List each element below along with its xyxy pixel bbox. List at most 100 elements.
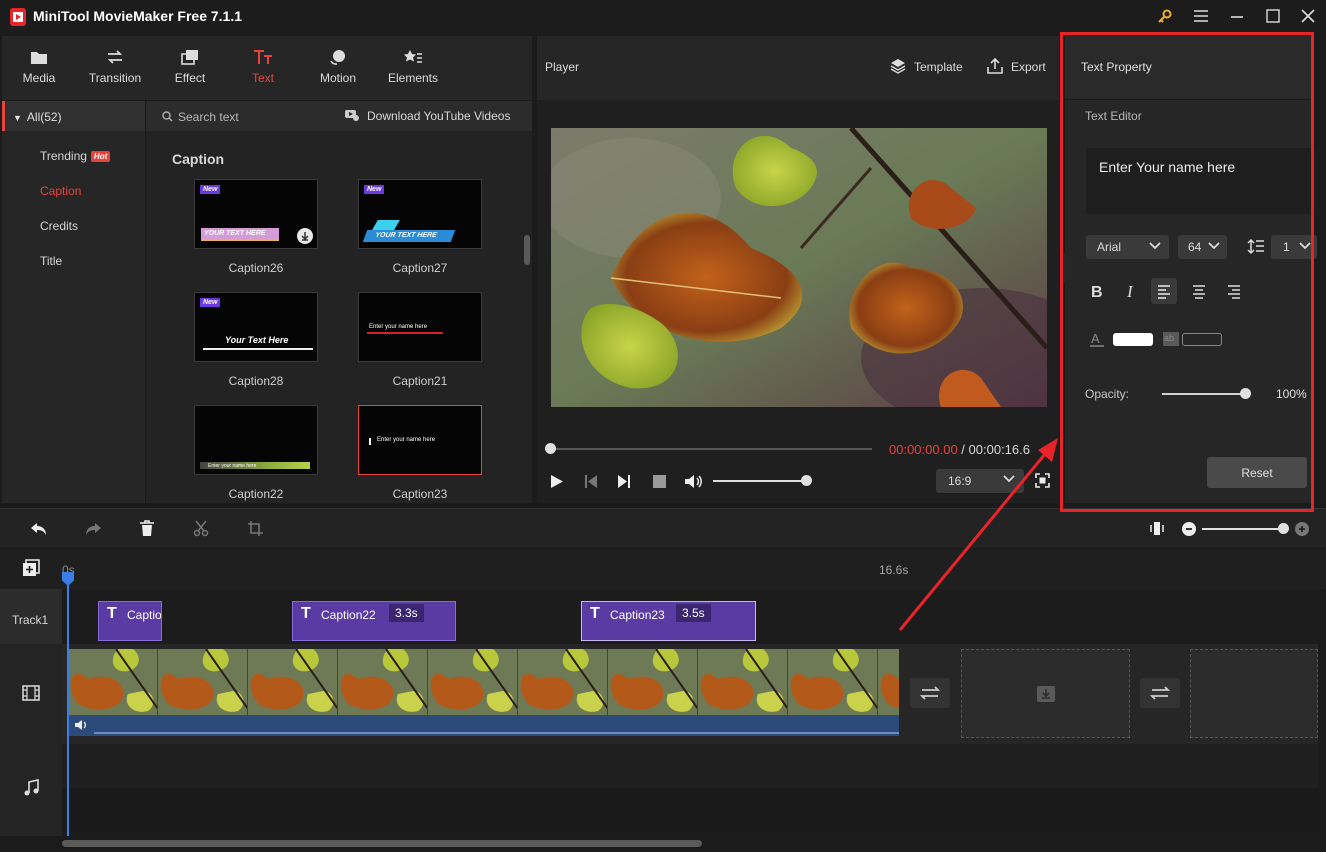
transition-icon: [107, 50, 123, 64]
minimize-icon[interactable]: [1229, 9, 1245, 23]
sidebar-item-caption[interactable]: Caption: [40, 184, 81, 198]
elements-icon: [404, 50, 422, 63]
template-button[interactable]: Template: [914, 60, 963, 74]
hot-badge: Hot: [90, 151, 111, 162]
progress-bar[interactable]: [545, 443, 872, 454]
caption-item[interactable]: New YOUR TEXT HERE Caption26: [194, 179, 318, 275]
transition-slot[interactable]: [910, 678, 950, 708]
clip-volume-icon[interactable]: [74, 719, 88, 731]
search-input[interactable]: Search text: [178, 110, 239, 124]
split-icon[interactable]: [193, 520, 209, 537]
music-track: [62, 744, 1318, 788]
menu-icon[interactable]: [1193, 9, 1209, 23]
sidebar-item-credits[interactable]: Credits: [40, 219, 78, 233]
caption-sample-text: YOUR TEXT HERE: [362, 230, 456, 242]
text-clip[interactable]: T Caption: [98, 601, 162, 641]
stop-icon[interactable]: [653, 475, 666, 488]
volume-handle[interactable]: [801, 475, 812, 486]
caption-item[interactable]: Enter your name here Caption21: [358, 292, 482, 388]
key-icon[interactable]: [1157, 8, 1173, 24]
tab-transition[interactable]: Transition: [78, 36, 152, 100]
new-badge: New: [364, 185, 385, 194]
tab-motion[interactable]: Motion: [308, 36, 368, 100]
new-badge: New: [200, 298, 221, 307]
text-clip[interactable]: T Caption22 3.3s: [292, 601, 456, 641]
add-track-icon[interactable]: [22, 559, 40, 577]
timeline-toolbar: [0, 508, 1326, 548]
caption-item[interactable]: New Your Text Here Caption28: [194, 292, 318, 388]
annotation-arrow: [890, 430, 1070, 650]
playhead[interactable]: [62, 572, 74, 842]
empty-clip-slot[interactable]: [961, 649, 1130, 738]
category-all[interactable]: ▼ All(52): [2, 101, 145, 131]
player-header: Player Template Export: [537, 36, 1059, 100]
caption-thumbnail[interactable]: Enter your name here: [358, 292, 482, 362]
transition-icon: [919, 686, 941, 700]
caption-thumbnail[interactable]: New YOUR TEXT HERE: [358, 179, 482, 249]
tab-media[interactable]: Media: [8, 36, 70, 100]
redo-icon[interactable]: [84, 521, 102, 537]
volume-slider[interactable]: [713, 475, 812, 486]
caption-item[interactable]: New YOUR TEXT HERE Caption27: [358, 179, 482, 275]
tab-effect[interactable]: Effect: [160, 36, 220, 100]
caption-sample-text: Your Text Here: [225, 335, 289, 345]
sidebar-item-title[interactable]: Title: [40, 254, 62, 268]
text-clip-icon: T: [301, 605, 311, 622]
crop-icon[interactable]: [247, 520, 263, 537]
timeline-scrollbar[interactable]: [62, 840, 702, 847]
transition-slot[interactable]: [1140, 678, 1180, 708]
maximize-icon[interactable]: [1265, 9, 1281, 23]
caption-item[interactable]: Enter your name here Caption23: [358, 405, 482, 501]
zoom-handle[interactable]: [1278, 523, 1289, 534]
fit-zoom-icon[interactable]: [1150, 520, 1164, 537]
track-label: Track1: [0, 589, 62, 644]
caption-thumbnail[interactable]: New Your Text Here: [194, 292, 318, 362]
video-clip[interactable]: [68, 649, 899, 736]
zoom-slider[interactable]: [1202, 523, 1289, 534]
next-frame-icon[interactable]: [617, 474, 631, 489]
transition-icon: [1149, 686, 1171, 700]
play-icon[interactable]: [550, 474, 564, 489]
caption-name: Caption21: [392, 374, 448, 388]
app-logo-icon: [9, 7, 27, 27]
audio-waveform-line: [94, 732, 899, 734]
highlight-box: [1060, 32, 1314, 512]
caption-name: Caption27: [392, 261, 448, 275]
previous-frame-icon[interactable]: [584, 474, 598, 489]
folder-icon: [31, 52, 47, 64]
sidebar-item-trending[interactable]: Trending Hot: [40, 149, 111, 163]
category-sidebar: ▼ All(52) Trending Hot Caption Credits Tit…: [2, 101, 145, 503]
caption-thumbnail[interactable]: New YOUR TEXT HERE: [194, 179, 318, 249]
delete-icon[interactable]: [139, 520, 155, 537]
empty-clip-slot[interactable]: [1190, 649, 1318, 738]
volume-icon[interactable]: [684, 474, 704, 489]
caption-name: Caption28: [228, 374, 284, 388]
library-scrollbar[interactable]: [524, 235, 530, 265]
caption-item[interactable]: Enter your name here Caption22: [194, 405, 318, 501]
download-icon[interactable]: [297, 228, 313, 244]
timeline-scrollbar-track: [0, 836, 1326, 852]
timeline-ruler: 0s 16.6s: [0, 549, 1326, 589]
text-clip-selected[interactable]: T Caption23 3.5s: [581, 601, 756, 641]
import-media-icon: [1036, 685, 1056, 703]
progress-handle[interactable]: [545, 443, 556, 454]
text-icon: [254, 50, 272, 64]
text-library: Search text Download YouTube Videos Capt…: [146, 101, 532, 503]
empty-track: [62, 788, 1318, 832]
app-title: MiniTool MovieMaker Free 7.1.1: [33, 8, 243, 24]
tab-elements[interactable]: Elements: [382, 36, 444, 100]
video-preview: [551, 128, 1047, 407]
tab-text[interactable]: Text: [234, 36, 292, 100]
zoom-in-icon[interactable]: [1295, 522, 1309, 536]
export-button[interactable]: Export: [1011, 60, 1046, 74]
undo-icon[interactable]: [30, 521, 48, 537]
caption-thumbnail[interactable]: Enter your name here: [194, 405, 318, 475]
zoom-out-icon[interactable]: [1182, 522, 1196, 536]
caret-down-icon: ▼: [13, 113, 22, 123]
text-clip-icon: T: [107, 605, 117, 622]
download-youtube-button[interactable]: Download YouTube Videos: [367, 109, 510, 123]
close-icon[interactable]: [1300, 9, 1316, 23]
music-track-icon: [23, 779, 39, 797]
caption-thumbnail-selected[interactable]: Enter your name here: [358, 405, 482, 475]
motion-icon: [330, 50, 345, 65]
